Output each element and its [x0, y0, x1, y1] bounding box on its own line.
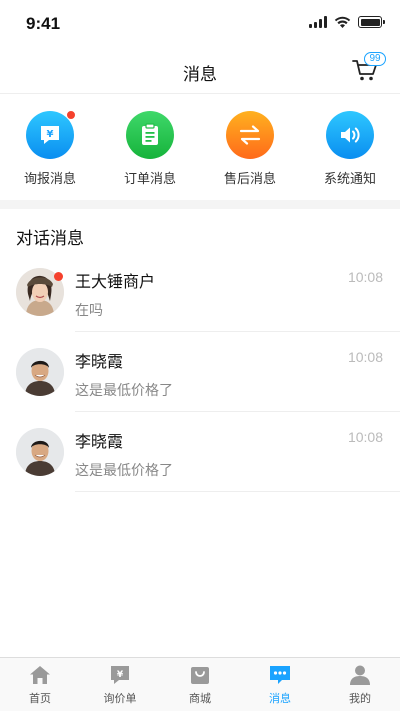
- quote-message-icon: ¥: [41, 126, 59, 144]
- svg-text:¥: ¥: [47, 129, 54, 140]
- tab-home[interactable]: 首页: [0, 658, 80, 711]
- category-quote-messages[interactable]: ¥ 询报消息: [0, 95, 100, 200]
- category-icon-circle: [326, 111, 374, 159]
- conversation-time: 10:08: [347, 429, 383, 445]
- status-bar: 9:41: [0, 0, 400, 48]
- tab-label: 商城: [189, 693, 211, 705]
- home-icon: [28, 664, 52, 686]
- order-clipboard-icon: [142, 123, 158, 145]
- conversation-name: 李晓霞: [75, 434, 124, 451]
- chat-bubble-icon: [268, 664, 292, 686]
- svg-text:¥: ¥: [117, 670, 124, 680]
- exchange-arrows-icon: [239, 125, 261, 145]
- conversation-preview: 在吗: [75, 302, 103, 318]
- category-icon-circle: [226, 111, 274, 159]
- conversation-preview: 这是最低价格了: [75, 462, 173, 478]
- tab-price-list[interactable]: ¥ 询价单: [80, 658, 160, 711]
- tab-label: 消息: [269, 693, 291, 705]
- message-categories: ¥ 询报消息 订单消息 售后消息 系统通知: [0, 95, 400, 200]
- page-title: 消息: [183, 65, 217, 84]
- category-system-notifications[interactable]: 系统通知: [300, 95, 400, 200]
- section-title: 对话消息: [16, 229, 84, 248]
- tab-label: 首页: [29, 693, 51, 705]
- tab-profile[interactable]: 我的: [320, 658, 400, 711]
- tab-mall[interactable]: 商城: [160, 658, 240, 711]
- conversation-item[interactable]: 王大锤商户 10:08 在吗: [0, 252, 400, 332]
- conversation-time: 10:08: [347, 349, 383, 365]
- section-divider: [0, 200, 400, 209]
- user-icon: [348, 664, 372, 686]
- unread-dot: [54, 272, 63, 281]
- conversation-name: 李晓霞: [75, 354, 124, 371]
- conversation-list: 王大锤商户 10:08 在吗 李晓霞 10:08 这是最低价格了 李晓霞 10:…: [0, 252, 400, 492]
- tab-label: 询价单: [103, 693, 137, 705]
- category-icon-circle: ¥: [26, 110, 76, 159]
- category-label: 系统通知: [323, 171, 376, 186]
- avatar: [16, 428, 64, 476]
- male-avatar-image: [16, 348, 64, 396]
- conversation-preview: 这是最低价格了: [75, 382, 173, 398]
- category-icon-circle: [126, 111, 174, 159]
- wifi-icon: [334, 16, 351, 28]
- category-label: 售后消息: [223, 171, 276, 186]
- page-header: 消息 99: [0, 48, 400, 94]
- conversation-item[interactable]: 李晓霞 10:08 这是最低价格了: [0, 332, 400, 412]
- price-list-icon: ¥: [108, 664, 132, 686]
- conversation-item[interactable]: 李晓霞 10:08 这是最低价格了: [0, 412, 400, 492]
- category-label: 询报消息: [23, 171, 76, 186]
- cart-count-badge: 99: [364, 52, 386, 66]
- bottom-tab-bar: 首页 ¥ 询价单 商城 消息 我的: [0, 657, 400, 711]
- shopping-bag-icon: [188, 664, 212, 686]
- speaker-icon: [341, 127, 360, 143]
- unread-dot: [66, 110, 76, 120]
- conversation-name: 王大锤商户: [75, 274, 156, 291]
- status-time: 9:41: [26, 14, 61, 33]
- status-icons: [309, 16, 385, 28]
- cart-button[interactable]: 99: [352, 52, 386, 82]
- category-label: 订单消息: [123, 171, 176, 186]
- category-order-messages[interactable]: 订单消息: [100, 95, 200, 200]
- avatar: [16, 348, 64, 396]
- battery-icon: [358, 16, 385, 28]
- cellular-signal-icon: [309, 16, 327, 28]
- category-after-sales-messages[interactable]: 售后消息: [200, 95, 300, 200]
- conversation-time: 10:08: [347, 269, 383, 285]
- tab-label: 我的: [349, 693, 371, 705]
- tab-messages[interactable]: 消息: [240, 658, 320, 711]
- male-avatar-image: [16, 428, 64, 476]
- row-divider: [75, 491, 400, 492]
